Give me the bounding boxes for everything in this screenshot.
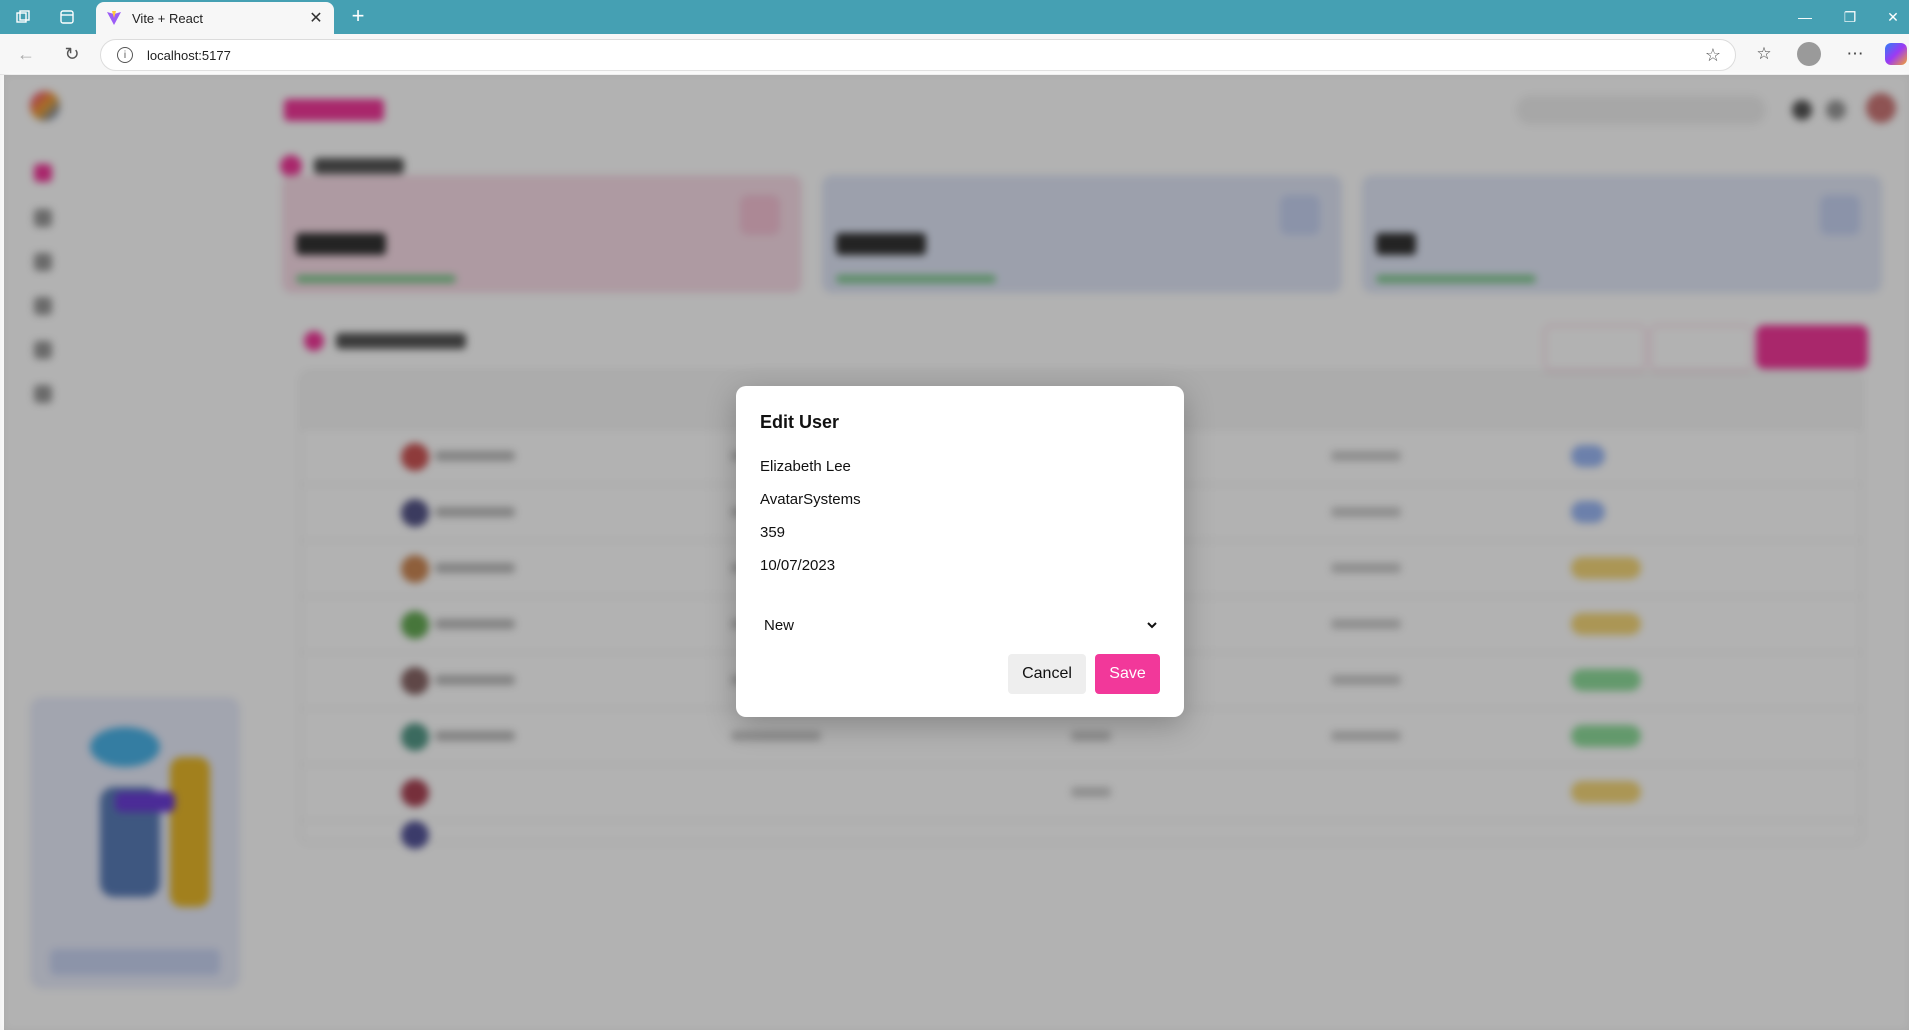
- new-tab-icon[interactable]: +: [346, 5, 370, 29]
- order-field[interactable]: [760, 520, 1160, 544]
- site-info-icon[interactable]: i: [117, 47, 133, 63]
- maximize-icon[interactable]: ❐: [1835, 6, 1865, 28]
- copilot-icon[interactable]: [1885, 43, 1907, 65]
- browser-tab[interactable]: Vite + React ✕: [96, 2, 334, 34]
- tab-title: Vite + React: [132, 10, 203, 26]
- tab-actions-icon[interactable]: [56, 6, 78, 28]
- modal-title: Edit User: [760, 412, 840, 432]
- close-tab-icon[interactable]: ✕: [308, 8, 324, 28]
- close-window-icon[interactable]: ✕: [1878, 6, 1908, 28]
- url-field[interactable]: i localhost:5177 ☆: [100, 39, 1736, 71]
- vite-favicon-icon: [107, 11, 121, 25]
- save-button[interactable]: Save: [1095, 654, 1160, 694]
- favorites-icon[interactable]: ☆: [1752, 43, 1776, 65]
- url-text: localhost:5177: [147, 47, 231, 63]
- status-select[interactable]: New: [760, 612, 1160, 638]
- refresh-icon[interactable]: ↻: [60, 43, 84, 65]
- name-field[interactable]: [760, 454, 1160, 478]
- company-field[interactable]: [760, 487, 1160, 511]
- minimize-icon[interactable]: —: [1790, 6, 1820, 28]
- chevron-down-icon: [1147, 622, 1157, 629]
- address-bar-row: ← ↻ i localhost:5177 ☆ ☆ ⋯: [0, 34, 1909, 75]
- profile-icon[interactable]: [1797, 42, 1821, 66]
- more-icon[interactable]: ⋯: [1843, 43, 1867, 65]
- workspaces-icon[interactable]: [12, 6, 34, 28]
- edit-user-modal: Edit User New Cancel Save: [736, 386, 1184, 717]
- favorite-star-icon[interactable]: ☆: [1705, 45, 1721, 66]
- browser-tab-bar: Vite + React ✕ + — ❐ ✕: [0, 0, 1909, 34]
- date-field[interactable]: [760, 553, 1160, 577]
- cancel-button[interactable]: Cancel: [1008, 654, 1086, 694]
- status-select-value: New: [764, 616, 795, 634]
- back-icon[interactable]: ←: [14, 43, 38, 65]
